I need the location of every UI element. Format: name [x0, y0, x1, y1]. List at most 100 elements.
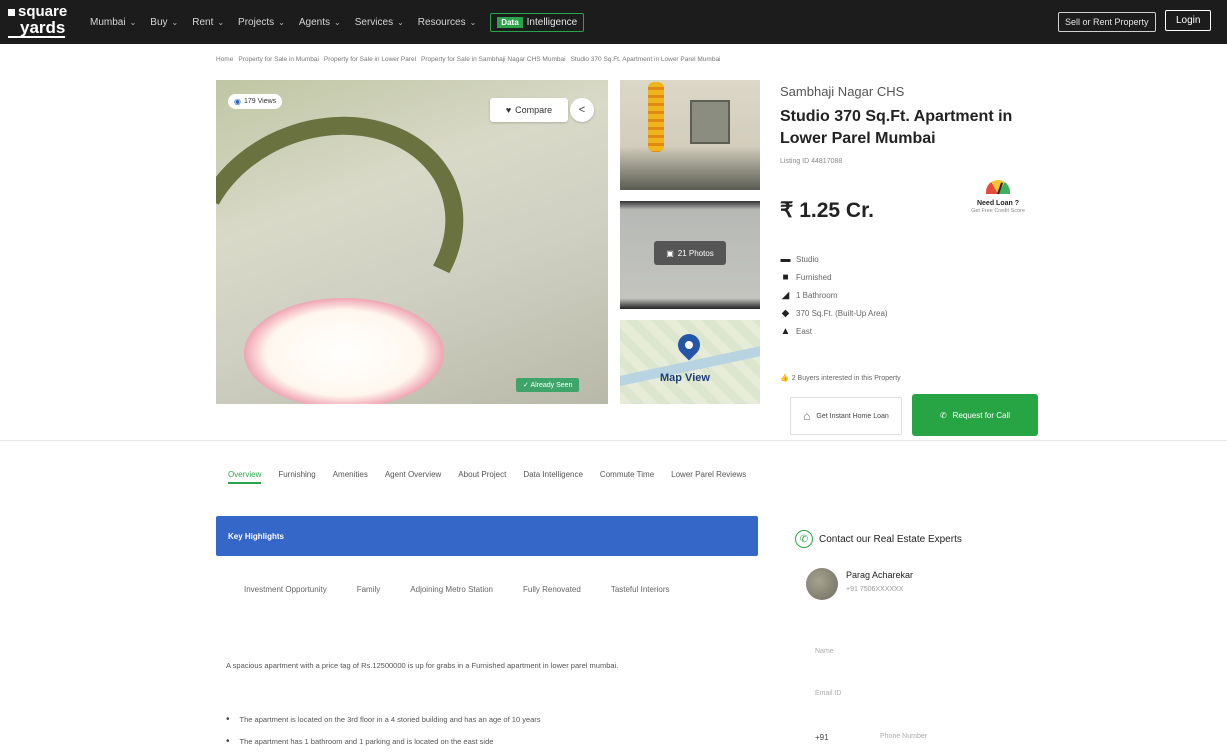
map-view-label: Map View	[660, 372, 710, 384]
feature-item: ▬ Studio	[780, 250, 888, 268]
chevron-down-icon: ⌄	[334, 17, 341, 27]
tab-overview[interactable]: Overview	[228, 470, 262, 484]
nav-buy[interactable]: Buy ⌄	[150, 17, 178, 28]
interested-buyers: 👍 2 Buyers interested in this Property	[780, 374, 901, 383]
section-divider	[0, 440, 1227, 441]
tab-amenities[interactable]: Amenities	[333, 470, 368, 484]
phone-number-field[interactable]: Phone Number	[880, 733, 927, 740]
logo-text-bottom: yards	[8, 19, 66, 38]
gallery-thumbnail-more-photos[interactable]: ▣ 21 Photos	[620, 201, 760, 309]
breadcrumb-item[interactable]: Property for Sale in Mumbai	[238, 56, 319, 63]
nav-label: Agents	[298, 16, 331, 28]
property-title: Studio 370 Sq.Ft. Apartment in Lower Par…	[780, 108, 1013, 147]
logo[interactable]: square yards	[8, 4, 74, 40]
email-field[interactable]: Email ID	[815, 690, 841, 697]
phone-icon: ✆	[939, 410, 947, 420]
login-button[interactable]: Login	[1165, 10, 1212, 31]
breadcrumb-item: Studio 370 Sq.Ft. Apartment in Lower Par…	[570, 56, 721, 63]
chevron-down-icon: ⌄	[278, 17, 285, 27]
phone-country-code[interactable]: +91	[815, 733, 829, 742]
image-icon: ▣	[666, 248, 674, 258]
need-loan-widget[interactable]: Need Loan ? Get Free Credit Score	[958, 180, 1038, 234]
chevron-down-icon: ⌄	[171, 17, 179, 27]
listing-id: Listing ID 44817088	[780, 158, 843, 165]
highlight-chip: Adjoining Metro Station	[410, 585, 493, 594]
heart-icon: ♥	[505, 105, 512, 115]
chevron-down-icon: ⌄	[469, 17, 477, 27]
photos-count-label: 21 Photos	[677, 248, 714, 258]
need-loan-label: Need Loan ?	[976, 200, 1019, 207]
tab-agent-overview[interactable]: Agent Overview	[385, 470, 441, 484]
area-icon: ◆	[781, 307, 790, 319]
breadcrumb-item[interactable]: Home	[216, 56, 233, 63]
highlight-chip: Fully Renovated	[523, 585, 581, 594]
agent-avatar	[806, 568, 838, 600]
already-seen-badge: ✓ Already Seen	[516, 378, 580, 392]
share-button[interactable]: <	[570, 98, 594, 122]
contact-experts-heading: ✆ Contact our Real Estate Experts	[795, 530, 962, 548]
feature-label: Furnished	[796, 272, 832, 282]
photo-frame	[690, 100, 730, 144]
credit-score-label: Get Free Credit Score	[971, 208, 1025, 214]
agent-phone: +91 7506XXXXXX	[846, 586, 904, 593]
project-name[interactable]: Sambhaji Nagar CHS	[780, 84, 904, 99]
tab-about-project[interactable]: About Project	[458, 470, 506, 484]
feature-label: Studio	[796, 254, 819, 264]
bath-icon: ◢	[781, 289, 790, 301]
gallery-thumbnail[interactable]	[620, 80, 760, 190]
nav-label: Rent	[192, 16, 214, 28]
sell-rent-property-button[interactable]: Sell or Rent Property	[1058, 12, 1156, 32]
phone-icon: ✆	[795, 530, 813, 548]
photos-count-badge[interactable]: ▣ 21 Photos	[654, 241, 726, 265]
already-seen-label: Already Seen	[530, 382, 573, 389]
thumbs-up-icon: 👍	[780, 375, 789, 382]
section-tabs: Overview Furnishing Amenities Agent Over…	[228, 470, 746, 484]
name-field[interactable]: Name	[815, 648, 834, 655]
instant-home-loan-button[interactable]: ⌂ Get Instant Home Loan	[790, 397, 902, 435]
property-price: ₹ 1.25 Cr.	[780, 199, 874, 222]
nav-agents[interactable]: Agents ⌄	[299, 17, 341, 28]
breadcrumb-item[interactable]: Property for Sale in Sambhaji Nagar CHS …	[421, 56, 566, 63]
contact-title-text: Contact our Real Estate Experts	[819, 533, 962, 545]
nav-label: Mumbai	[90, 16, 126, 28]
highlight-chip: Investment Opportunity	[244, 585, 327, 594]
request-call-label: Request for Call	[952, 410, 1011, 420]
nav-label: Resources	[417, 16, 466, 28]
property-features: ▬ Studio ■ Furnished ◢ 1 Bathroom ◆ 370 Sq.F…	[780, 250, 888, 340]
breadcrumb: Home Property for Sale in Mumbai Propert…	[216, 56, 721, 63]
main-nav: Mumbai ⌄ Buy ⌄ Rent ⌄ Projects ⌄ Agents ⌄ Ser…	[90, 0, 585, 44]
breadcrumb-item[interactable]: Property for Sale in Lower Parel	[324, 56, 416, 63]
map-view-thumbnail[interactable]: Map View	[620, 320, 760, 404]
compass-icon: ▲	[780, 325, 791, 337]
nav-label: Buy	[150, 16, 168, 28]
compare-label: Compare	[515, 105, 553, 115]
key-highlights-header: Key Highlights	[216, 516, 758, 556]
nav-mumbai[interactable]: Mumbai ⌄	[90, 17, 136, 28]
tab-commute-time[interactable]: Commute Time	[600, 470, 654, 484]
credit-gauge-icon	[986, 180, 1010, 194]
nav-resources[interactable]: Resources ⌄	[418, 17, 477, 28]
photo-lamp-bulb	[244, 298, 444, 404]
nav-projects[interactable]: Projects ⌄	[238, 17, 285, 28]
tab-reviews[interactable]: Lower Parel Reviews	[671, 470, 746, 484]
photo-garland	[648, 82, 664, 152]
highlight-chip: Tasteful Interiors	[610, 585, 670, 594]
feature-item: ◆ 370 Sq.Ft. (Built-Up Area)	[780, 304, 888, 322]
request-call-button[interactable]: ✆ Request for Call	[912, 394, 1038, 436]
chevron-down-icon: ⌄	[129, 17, 137, 27]
tab-data-intelligence[interactable]: Data Intelligence	[523, 470, 583, 484]
compare-button[interactable]: ♥ Compare	[490, 98, 568, 122]
feature-item: ■ Furnished	[780, 268, 888, 286]
nav-services[interactable]: Services ⌄	[355, 17, 404, 28]
intel-label: Intelligence	[526, 16, 578, 28]
tab-furnishing[interactable]: Furnishing	[278, 470, 315, 484]
property-bullets: The apartment is located on the 3rd floo…	[226, 708, 766, 752]
data-intelligence-button[interactable]: Data Intelligence	[490, 12, 585, 32]
instant-loan-label: Get Instant Home Loan	[816, 412, 889, 420]
main-property-photo[interactable]: ◉ 179 Views ♥ Compare < ✓ Already Seen	[216, 80, 608, 404]
bed-icon: ▬	[780, 253, 791, 265]
property-description: A spacious apartment with a price tag of…	[226, 661, 619, 670]
highlight-chips: Investment Opportunity Family Adjoining …	[244, 585, 724, 594]
bullet-item: The apartment is located on the 3rd floo…	[226, 708, 766, 730]
nav-rent[interactable]: Rent ⌄	[192, 17, 224, 28]
